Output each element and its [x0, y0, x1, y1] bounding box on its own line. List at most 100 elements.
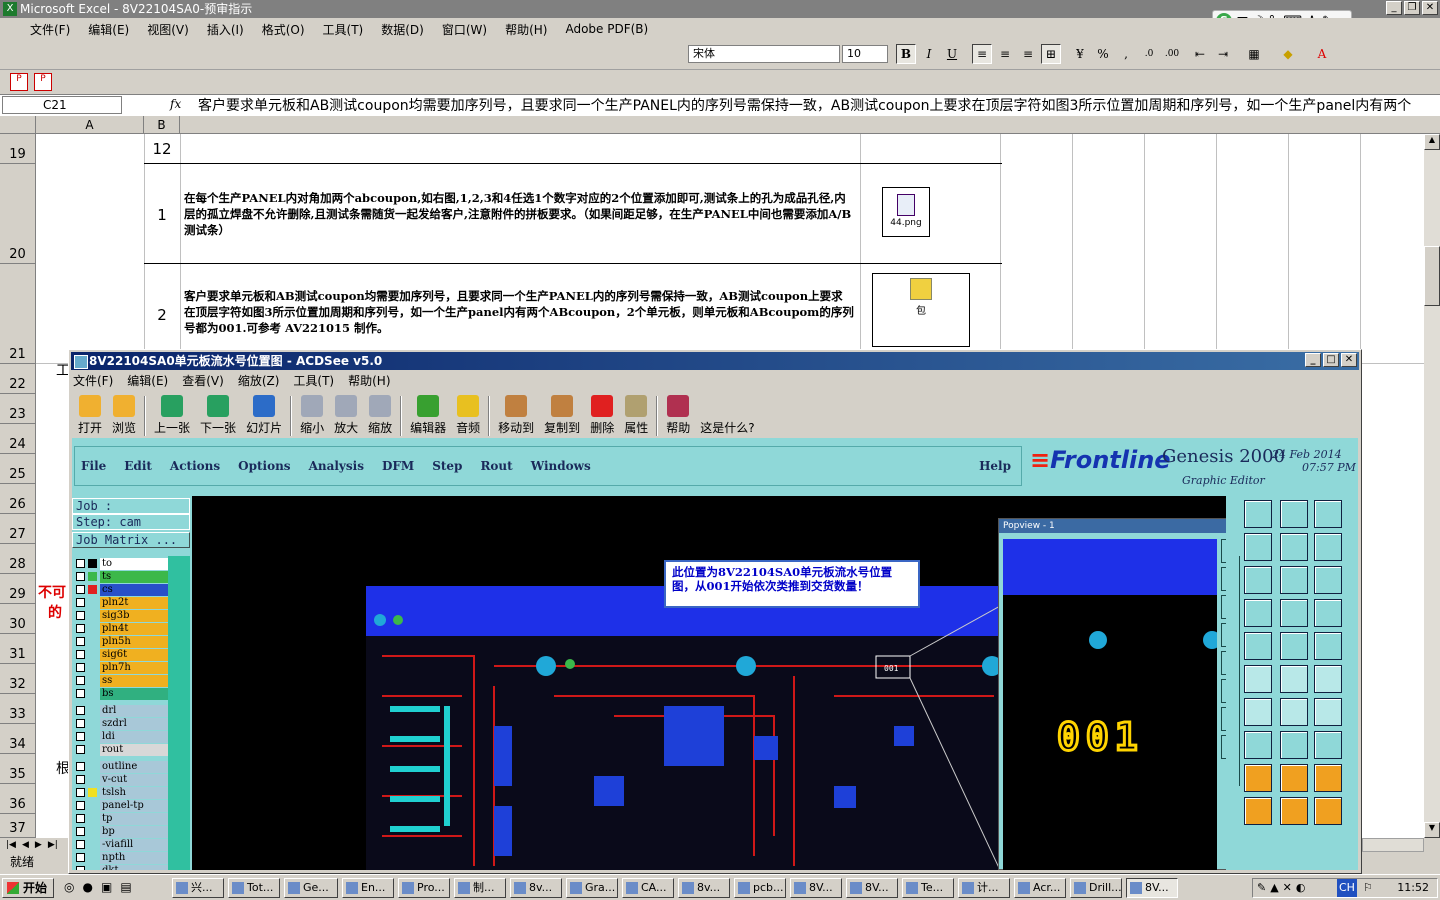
column-header-b[interactable]: B: [144, 116, 180, 134]
scroll-down-button[interactable]: ▼: [1424, 822, 1440, 838]
image-viewer[interactable]: File Edit Actions Options Analysis DFM S…: [72, 438, 1358, 870]
column-header-a[interactable]: A: [36, 116, 144, 134]
acd-btn-6[interactable]: 缩小: [295, 395, 329, 436]
align-right-button[interactable]: ≡: [1018, 44, 1038, 64]
close-button[interactable]: ✕: [1422, 1, 1438, 15]
select-all-corner[interactable]: [0, 116, 36, 134]
acd-btn-2[interactable]: 浏览: [107, 395, 141, 436]
clock[interactable]: 11:52: [1397, 879, 1429, 897]
taskbar-item[interactable]: Acr...: [1014, 878, 1066, 898]
vertical-scrollbar[interactable]: ▲ ▼: [1424, 134, 1440, 838]
cell-b19[interactable]: 12: [146, 140, 178, 158]
increase-indent-button[interactable]: ⇥: [1213, 44, 1233, 64]
font-name-select[interactable]: 宋体: [688, 45, 840, 63]
acdsee-title-bar[interactable]: 8V22104SA0单元板流水号位置图 - ACDSee v5.0 _ □ ✕: [71, 352, 1359, 370]
menu-data[interactable]: 数据(D): [381, 19, 424, 40]
acd-btn-4[interactable]: 下一张: [195, 395, 241, 436]
next-sheet-icon[interactable]: ▶: [35, 840, 42, 850]
close-button[interactable]: ✕: [1341, 353, 1357, 367]
taskbar-item[interactable]: Pro...: [398, 878, 450, 898]
taskbar-item[interactable]: En...: [342, 878, 394, 898]
menu-edit[interactable]: 编辑(E): [88, 19, 129, 40]
percent-button[interactable]: %: [1093, 44, 1113, 64]
align-center-button[interactable]: ≡: [995, 44, 1015, 64]
taskbar-item[interactable]: 兴...: [172, 878, 224, 898]
quick-launch-icon[interactable]: ◎: [64, 880, 74, 894]
acd-btn-14[interactable]: 属性: [619, 395, 653, 436]
name-box[interactable]: C21: [2, 96, 122, 114]
fill-color-button[interactable]: ◆: [1278, 44, 1298, 64]
row-header[interactable]: 25: [0, 454, 36, 484]
font-color-button[interactable]: A: [1312, 44, 1332, 64]
menu-view[interactable]: 视图(V): [147, 19, 189, 40]
item-2-number[interactable]: 2: [146, 306, 178, 324]
acd-btn-12[interactable]: 复制到: [539, 395, 585, 436]
first-sheet-icon[interactable]: |◀: [6, 840, 16, 850]
taskbar-item[interactable]: 8v...: [510, 878, 562, 898]
row-header[interactable]: 24: [0, 424, 36, 454]
acdsee-window[interactable]: 8V22104SA0单元板流水号位置图 - ACDSee v5.0 _ □ ✕ …: [68, 349, 1362, 874]
menu-insert[interactable]: 插入(I): [207, 19, 244, 40]
scroll-thumb[interactable]: [1424, 246, 1440, 306]
row-header[interactable]: 21: [0, 264, 36, 364]
acd-btn-11[interactable]: 移动到: [493, 395, 539, 436]
borders-button[interactable]: ▦: [1244, 44, 1264, 64]
decrease-indent-button[interactable]: ⇤: [1190, 44, 1210, 64]
bold-button[interactable]: B: [896, 44, 916, 64]
comma-button[interactable]: ,: [1116, 44, 1136, 64]
row-header[interactable]: 27: [0, 514, 36, 544]
acd-btn-1[interactable]: 打开: [73, 395, 107, 436]
start-button[interactable]: 开始: [2, 878, 54, 898]
row-header[interactable]: 33: [0, 694, 36, 724]
sheet-tab-nav[interactable]: |◀ ◀ ▶ ▶|: [0, 838, 70, 852]
font-size-select[interactable]: 10: [842, 45, 888, 63]
row-header[interactable]: 23: [0, 394, 36, 424]
taskbar-item[interactable]: 计...: [958, 878, 1010, 898]
underline-button[interactable]: U: [942, 44, 962, 64]
acd-menu-zoom[interactable]: 缩放(Z): [238, 372, 280, 390]
attachment-package[interactable]: 包: [872, 273, 970, 347]
row-header[interactable]: 35: [0, 754, 36, 784]
acd-menu-edit[interactable]: 编辑(E): [127, 372, 168, 390]
acd-menu-help[interactable]: 帮助(H): [348, 372, 390, 390]
tray-icons[interactable]: ✎▲✕◐: [1257, 879, 1310, 897]
attachment-44png[interactable]: 44.png: [882, 187, 930, 237]
row-header[interactable]: 19: [0, 134, 36, 164]
acd-btn-9[interactable]: 编辑器: [405, 395, 451, 436]
taskbar-item[interactable]: 8V...: [846, 878, 898, 898]
acd-btn-5[interactable]: 幻灯片: [241, 395, 287, 436]
acd-btn-15[interactable]: 帮助: [661, 395, 695, 436]
taskbar-item[interactable]: 8V...: [790, 878, 842, 898]
row-header[interactable]: 34: [0, 724, 36, 754]
menu-adobe-pdf[interactable]: Adobe PDF(B): [565, 20, 648, 38]
pdf-convert-icon[interactable]: P: [10, 73, 28, 91]
acd-btn-8[interactable]: 缩放: [363, 395, 397, 436]
increase-decimal-button[interactable]: .0: [1139, 44, 1159, 64]
scroll-up-button[interactable]: ▲: [1424, 134, 1440, 150]
prev-sheet-icon[interactable]: ◀: [22, 840, 29, 850]
quick-launch-icon[interactable]: ▤: [120, 880, 131, 894]
horizontal-scrollbar[interactable]: [1362, 838, 1424, 852]
taskbar-item[interactable]: Te...: [902, 878, 954, 898]
quick-launch-icon[interactable]: ▣: [101, 880, 112, 894]
menu-window[interactable]: 窗口(W): [442, 19, 487, 40]
align-left-button[interactable]: ≡: [972, 44, 992, 64]
acd-menu-tools[interactable]: 工具(T): [293, 372, 334, 390]
acd-menu-view[interactable]: 查看(V): [182, 372, 224, 390]
maximize-button[interactable]: □: [1323, 353, 1339, 367]
italic-button[interactable]: I: [919, 44, 939, 64]
item-1-text[interactable]: 在每个生产PANEL内对角加两个abcoupon,如右图,1,2,3和4任选1个…: [184, 190, 854, 238]
taskbar-item[interactable]: Ge...: [284, 878, 338, 898]
taskbar-item[interactable]: Drill...: [1070, 878, 1122, 898]
restore-button[interactable]: ❐: [1404, 1, 1420, 15]
taskbar-item[interactable]: 制...: [454, 878, 506, 898]
row-header[interactable]: 29: [0, 574, 36, 604]
tray-icon[interactable]: ⚐: [1363, 879, 1373, 897]
taskbar-item[interactable]: pcb...: [734, 878, 786, 898]
acd-btn-16[interactable]: 这是什么?: [695, 395, 759, 436]
taskbar-item[interactable]: Tot...: [228, 878, 280, 898]
row-header[interactable]: 20: [0, 164, 36, 264]
taskbar-item[interactable]: Gra...: [566, 878, 618, 898]
menu-help[interactable]: 帮助(H): [505, 19, 547, 40]
acd-btn-7[interactable]: 放大: [329, 395, 363, 436]
